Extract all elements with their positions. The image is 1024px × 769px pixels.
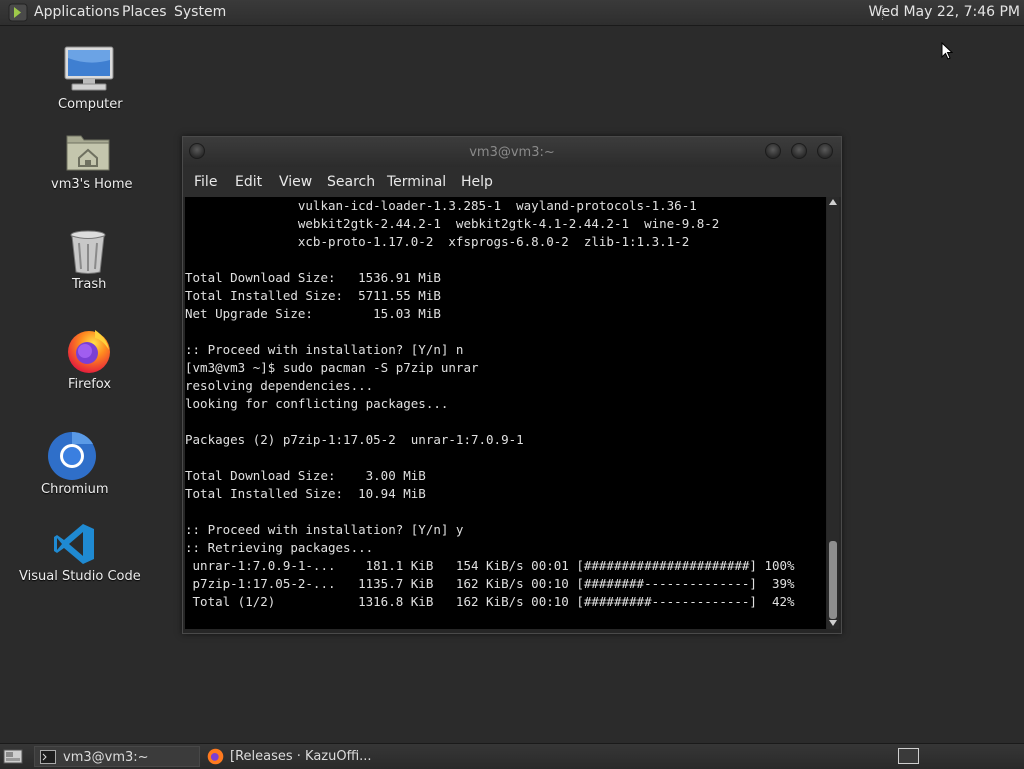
trash-icon bbox=[70, 230, 106, 274]
firefox-icon bbox=[207, 748, 224, 765]
terminal-text: vulkan-icd-loader-1.3.285-1 wayland-prot… bbox=[185, 197, 795, 611]
terminal-line: vulkan-icd-loader-1.3.285-1 wayland-prot… bbox=[185, 198, 697, 213]
mouse-cursor-icon bbox=[941, 42, 953, 60]
desktop-icon-label: Trash bbox=[72, 277, 107, 292]
terminal-line: Total (1/2) 1316.8 KiB 162 KiB/s 00:10 [… bbox=[185, 594, 795, 609]
terminal-line: Total Download Size: 1536.91 MiB bbox=[185, 270, 441, 285]
window-titlebar[interactable]: vm3@vm3:~ bbox=[183, 137, 841, 167]
bottom-taskbar: vm3@vm3:~ [Releases · KazuOffi... bbox=[0, 743, 1024, 769]
workspace-switcher[interactable] bbox=[898, 748, 919, 764]
terminal-line: unrar-1:7.0.9-1-... 181.1 KiB 154 KiB/s … bbox=[185, 558, 795, 573]
taskbar-item-terminal[interactable]: vm3@vm3:~ bbox=[34, 746, 200, 767]
taskbar-item-firefox[interactable]: [Releases · KazuOffi... bbox=[202, 746, 392, 767]
terminal-line: Net Upgrade Size: 15.03 MiB bbox=[185, 306, 441, 321]
terminal-output[interactable]: vulkan-icd-loader-1.3.285-1 wayland-prot… bbox=[185, 197, 826, 629]
terminal-line: Total Installed Size: 10.94 MiB bbox=[185, 486, 426, 501]
terminal-line: xcb-proto-1.17.0-2 xfsprogs-6.8.0-2 zlib… bbox=[185, 234, 690, 249]
scrollbar-thumb[interactable] bbox=[829, 541, 837, 619]
computer-icon bbox=[64, 46, 114, 91]
terminal-line: Total Installed Size: 5711.55 MiB bbox=[185, 288, 441, 303]
terminal-line: :: Retrieving packages... bbox=[185, 540, 374, 555]
scroll-up-arrow-icon[interactable] bbox=[829, 199, 837, 205]
menu-edit[interactable]: Edit bbox=[235, 174, 262, 190]
terminal-line: looking for conflicting packages... bbox=[185, 396, 449, 411]
desktop-icon-label: Visual Studio Code bbox=[19, 569, 141, 584]
applications-logo-icon[interactable] bbox=[8, 3, 28, 22]
clock[interactable]: Wed May 22, 7:46 PM bbox=[869, 4, 1021, 20]
terminal-line: :: Proceed with installation? [Y/n] n bbox=[185, 342, 464, 357]
terminal-icon bbox=[40, 750, 56, 764]
vscode-icon bbox=[54, 524, 94, 564]
scroll-down-arrow-icon[interactable] bbox=[829, 620, 837, 626]
applications-menu[interactable]: Applications bbox=[34, 4, 120, 20]
minimize-button[interactable] bbox=[765, 143, 781, 159]
top-panel: Applications Places System Wed May 22, 7… bbox=[0, 0, 1024, 26]
desktop-icon-label: vm3's Home bbox=[51, 177, 133, 192]
terminal-scrollbar[interactable] bbox=[827, 197, 839, 629]
desktop-icon-label: Chromium bbox=[41, 482, 109, 497]
desktop-icon-vscode[interactable]: Visual Studio Code bbox=[16, 520, 141, 586]
show-desktop-icon[interactable] bbox=[3, 748, 23, 765]
desktop-icon-chromium[interactable]: Chromium bbox=[36, 430, 142, 498]
terminal-line: p7zip-1:17.05-2-... 1135.7 KiB 162 KiB/s… bbox=[185, 576, 795, 591]
home-folder-icon bbox=[66, 135, 110, 171]
system-menu[interactable]: System bbox=[174, 4, 226, 20]
terminal-line: Total Download Size: 3.00 MiB bbox=[185, 468, 426, 483]
chromium-icon bbox=[48, 431, 96, 480]
terminal-line: resolving dependencies... bbox=[185, 378, 374, 393]
desktop-icon-computer[interactable]: Computer bbox=[50, 44, 128, 114]
desktop-icon-firefox[interactable]: Firefox bbox=[56, 326, 122, 394]
taskbar-item-label: [Releases · KazuOffi... bbox=[230, 749, 372, 764]
menu-help[interactable]: Help bbox=[461, 174, 493, 190]
menu-view[interactable]: View bbox=[279, 174, 312, 190]
menu-terminal[interactable]: Terminal bbox=[387, 174, 446, 190]
window-title: vm3@vm3:~ bbox=[469, 145, 555, 160]
places-menu[interactable]: Places bbox=[122, 4, 167, 20]
close-button[interactable] bbox=[817, 143, 833, 159]
terminal-line: :: Proceed with installation? [Y/n] y bbox=[185, 522, 464, 537]
desktop-icon-label: Firefox bbox=[68, 377, 112, 392]
terminal-menubar: File Edit View Search Terminal Help bbox=[183, 167, 841, 197]
menu-search[interactable]: Search bbox=[327, 174, 375, 190]
menu-file[interactable]: File bbox=[194, 174, 217, 190]
terminal-line: webkit2gtk-2.44.2-1 webkit2gtk-4.1-2.44.… bbox=[185, 216, 720, 231]
terminal-window[interactable]: vm3@vm3:~ File Edit View Search Terminal… bbox=[182, 136, 842, 634]
maximize-button[interactable] bbox=[791, 143, 807, 159]
terminal-line: Packages (2) p7zip-1:17.05-2 unrar-1:7.0… bbox=[185, 432, 524, 447]
desktop-icon-label: Computer bbox=[58, 97, 123, 112]
desktop-icon-trash[interactable]: Trash bbox=[56, 228, 122, 294]
terminal-line: [vm3@vm3 ~]$ sudo pacman -S p7zip unrar bbox=[185, 360, 479, 375]
firefox-icon bbox=[68, 330, 110, 373]
taskbar-item-label: vm3@vm3:~ bbox=[63, 750, 149, 765]
desktop-icon-home[interactable]: vm3's Home bbox=[44, 128, 134, 196]
